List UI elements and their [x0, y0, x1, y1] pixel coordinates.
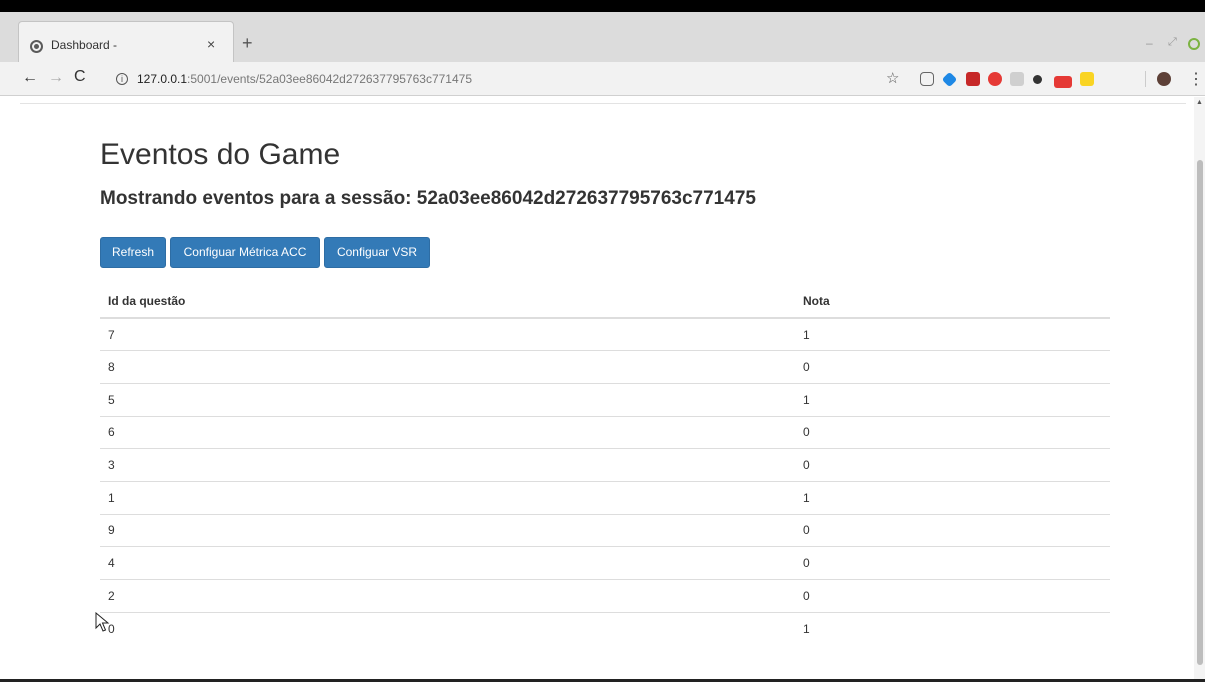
opera-extension-icon[interactable]: [988, 72, 1002, 86]
scroll-up-arrow-icon[interactable]: ▲: [1196, 99, 1203, 106]
question-id-cell: 5: [100, 382, 795, 417]
window-close-icon[interactable]: [1188, 38, 1200, 50]
extension-yellow-icon[interactable]: [1080, 72, 1094, 86]
pocket-extension-icon[interactable]: [920, 72, 934, 86]
question-id-cell: 2: [100, 579, 795, 613]
score-cell: 0: [795, 546, 1110, 580]
maximize-icon[interactable]: ⤢: [1168, 36, 1177, 49]
table-row: 30: [100, 448, 1110, 482]
address-bar[interactable]: 127.0.0.1:5001/events/52a03ee86042d27263…: [137, 72, 472, 86]
score-cell: 1: [795, 611, 1110, 645]
events-table: Id da questão Nota 71 80 51 60 30 11 90 …: [100, 284, 1110, 645]
question-id-cell: 7: [108, 327, 115, 342]
configure-acc-button[interactable]: Configuar Métrica ACC: [170, 237, 320, 268]
tab-close-icon[interactable]: ×: [207, 36, 215, 52]
question-id-cell: 6: [100, 415, 795, 449]
extension-new-icon[interactable]: [1054, 76, 1072, 88]
table-row: 20: [100, 579, 1110, 613]
question-id-cell: 4: [100, 546, 795, 580]
mouse-cursor-icon: [95, 612, 110, 632]
globe-icon: [30, 40, 43, 53]
table-row: 11: [100, 480, 1110, 515]
score-cell: 1: [795, 382, 1110, 417]
toolbar-separator: [1145, 71, 1146, 87]
score-cell: 0: [795, 415, 1110, 449]
table-row: 51: [100, 382, 1110, 417]
question-id-cell: 9: [100, 513, 795, 547]
table-row: 01: [100, 611, 1110, 645]
question-id-cell: 1: [100, 480, 795, 515]
refresh-button[interactable]: Refresh: [100, 237, 166, 268]
tab-title: Dashboard -: [51, 38, 118, 52]
bookmark-star-icon[interactable]: ☆: [886, 69, 899, 87]
extension-gray-icon[interactable]: [1010, 72, 1024, 86]
score-cell: 1: [803, 327, 810, 342]
table-row: 90: [100, 513, 1110, 547]
minimize-icon[interactable]: –: [1146, 36, 1153, 50]
score-cell: 0: [795, 350, 1110, 384]
extension-dot-icon[interactable]: [1033, 75, 1042, 84]
extension-red-square-icon[interactable]: [966, 72, 980, 86]
score-cell: 1: [795, 480, 1110, 515]
url-path: :5001/events/52a03ee86042d272637795763c7…: [187, 72, 472, 86]
question-id-cell: 8: [100, 350, 795, 384]
score-cell: 0: [795, 579, 1110, 613]
menu-kebab-icon[interactable]: ⋮: [1188, 69, 1204, 89]
page-top-edge: [20, 96, 1186, 104]
url-host: 127.0.0.1: [137, 72, 188, 86]
table-header-row: Id da questão Nota: [100, 284, 1110, 319]
configure-vsr-button[interactable]: Configuar VSR: [324, 237, 430, 268]
table-row: 60: [100, 415, 1110, 449]
new-tab-button[interactable]: +: [242, 33, 253, 54]
table-row: 80: [100, 350, 1110, 384]
question-id-cell: 0: [100, 611, 795, 645]
column-header-question-id: Id da questão: [100, 284, 795, 319]
screen-top-bar: [0, 0, 1205, 12]
page-title: Eventos do Game: [100, 138, 341, 171]
scrollbar-thumb[interactable]: [1197, 160, 1203, 665]
page-subtitle: Mostrando eventos para a sessão: 52a03ee…: [100, 188, 756, 209]
back-arrow-icon[interactable]: ←: [22, 69, 38, 87]
table-row: 71: [100, 318, 1110, 351]
column-header-score: Nota: [795, 284, 1110, 319]
profile-avatar-icon[interactable]: [1157, 72, 1171, 86]
score-cell: 0: [795, 448, 1110, 482]
question-id-cell: 3: [100, 448, 795, 482]
info-icon[interactable]: i: [116, 73, 128, 85]
score-cell: 0: [795, 513, 1110, 547]
forward-arrow-icon[interactable]: →: [48, 69, 64, 87]
reload-icon[interactable]: C: [74, 68, 86, 86]
table-row: 40: [100, 546, 1110, 580]
